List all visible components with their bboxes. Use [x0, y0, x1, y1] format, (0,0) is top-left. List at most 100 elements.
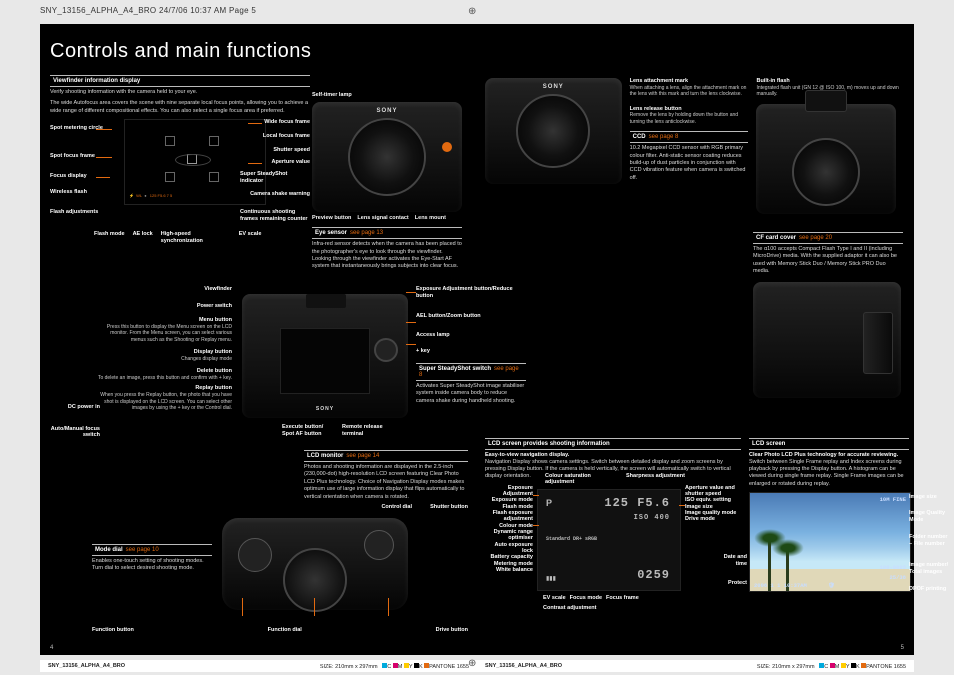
vf-label-shake: Camera shake warning [250, 191, 310, 197]
label-selftimer: Self-timer lamp [312, 92, 462, 99]
lensattach-body: When attaching a lens, align the attachm… [630, 85, 749, 98]
label-menu-body: Press this button to display the Menu sc… [96, 324, 232, 344]
label-functionbtn: Function button [92, 627, 134, 634]
lcd-l-6: Auto exposure lock [485, 542, 533, 555]
vf-label-flashmode: Flash mode [94, 231, 125, 244]
vf-label-shutter: Shutter speed [273, 147, 310, 153]
label-display-body: Changes display mode [96, 356, 232, 363]
cfcard-body: The α100 accepts Compact Flash Type I an… [753, 246, 903, 276]
lcdscreen-heading: LCD screen [749, 438, 909, 450]
lcd-ct-0: Colour saturation adjustment [545, 473, 615, 486]
print-footer: SNY_13156_ALPHA_A4_BRO SIZE: 210mm x 297… [40, 660, 914, 672]
cfcard-heading: CF card coversee page 20 [753, 232, 903, 244]
ccd-body: 10.2 Megapixel CCD sensor with RGB prima… [630, 145, 749, 182]
label-lens-signal: Lens signal contact [357, 215, 408, 222]
lensrelease-heading: Lens release button [630, 106, 749, 113]
lcd-l-9: White balance [485, 567, 533, 573]
vf-label-aelock: AE lock [133, 231, 153, 244]
camera-rear-image: SONY [242, 294, 408, 418]
camera-side-image [753, 282, 901, 398]
label-remote: Remote release terminal [342, 424, 392, 437]
vf-label-spotmeter: Spot metering circle [50, 125, 103, 131]
camera-top-image [222, 518, 408, 610]
lcd-l-1: Exposure mode [485, 497, 533, 503]
label-functiondial: Function dial [268, 627, 302, 634]
vf-label-sss: Super SteadyShot indicator [240, 171, 310, 184]
vf-label-focusdisplay: Focus display [50, 173, 87, 179]
registration-mark-bottom: ⊕ [468, 658, 476, 669]
lcdinfo-sub: Easy-to-view navigation display. [485, 452, 741, 459]
label-power: Power switch [96, 303, 232, 310]
flash-heading: Built-in flash [756, 78, 905, 85]
label-viewfinder: Viewfinder [96, 286, 232, 293]
rev-r-3: Image number/ Total images [909, 562, 949, 575]
registration-mark-top: ⊕ [468, 6, 476, 17]
camera-front2-image: SONY [485, 78, 622, 184]
lcd-l-3: Flash exposure adjustment [485, 510, 533, 523]
rev-r-4: DPOF printing [909, 586, 949, 592]
lcd-c-3: Contrast adjustment [543, 605, 596, 611]
lensattach-heading: Lens attachment mark [630, 78, 749, 85]
rev-r-2: Folder number – File number [909, 534, 949, 547]
label-controldial: Control dial [381, 504, 412, 511]
vf-label-evscale: EV scale [239, 231, 262, 244]
label-dcpower: DC power in [60, 404, 100, 410]
eyesensor-body: Infra-red sensor detects when the camera… [312, 241, 462, 271]
ccd-heading: CCDsee page 8 [630, 131, 749, 143]
label-replay-body: When you press the Replay button, the ph… [96, 392, 232, 412]
vf-label-contcount: Continuous shooting frames remaining cou… [240, 209, 310, 222]
label-shutter: Shutter button [430, 504, 468, 511]
page-title: Controls and main functions [50, 40, 473, 63]
vf-label-spotfocus: Spot focus frame [50, 153, 95, 159]
lcd-c-1: Focus mode [570, 595, 602, 601]
label-replay: Replay button [96, 385, 232, 392]
lcdscreen-body: Switch between Single Frame replay and I… [749, 459, 909, 489]
lcd-ct-1: Sharpness adjustment [626, 473, 685, 486]
vf-label-wideframe: Wide focus frame [264, 119, 310, 125]
lcdinfo-heading: LCD screen provides shooting information [485, 438, 741, 450]
review-photo: 10M FINE 100-0025 25/38 2006 1 1 10:37AM… [749, 492, 911, 592]
rev-l-0: Date and time [713, 554, 747, 567]
modedial-body: Enables one-touch setting of shooting mo… [92, 558, 212, 573]
lcdmon-heading: LCD monitorsee page 14 [304, 450, 468, 462]
lcd-l-5: Dynamic range optimiser [485, 529, 533, 542]
vf-label-flashadj: Flash adjustments [50, 209, 98, 215]
label-delete-body: To delete an image, press this button an… [96, 375, 232, 382]
vf-bottom-readout: ⚡ WL ● 125 F5.6 7 5 [129, 190, 261, 200]
lcd-r-4: Drive mode [685, 516, 741, 522]
rev-l-1: Protect [713, 580, 747, 586]
lensrelease-body: Remove the lens by holding down the butt… [630, 112, 749, 125]
modedial-heading: Mode dialsee page 10 [92, 544, 212, 556]
lcd-c-2: Focus frame [606, 595, 639, 601]
viewfinder-body2: The wide Autofocus area covers the scene… [50, 100, 310, 115]
lcdmon-body: Photos and shooting information are disp… [304, 464, 468, 501]
label-execute: Execute button/ Spot AF button [282, 424, 332, 437]
rev-r-0: Image size [909, 494, 949, 500]
lcdscreen-sub: Clear Photo LCD Plus technology for accu… [749, 452, 909, 459]
lcd-c-0: EV scale [543, 595, 566, 601]
label-amfocus: Auto/Manual focus switch [46, 426, 100, 439]
lcd-r-0: Aperture value and shutter speed [685, 485, 741, 498]
print-slug-header: SNY_13156_ALPHA_A4_BRO 24/7/06 10:37 AM … [40, 6, 256, 15]
vf-label-wireless: Wireless flash [50, 189, 87, 195]
label-drivebtn: Drive button [436, 627, 468, 634]
lcd-l-0: Exposure Adjustment [485, 485, 533, 498]
eyesensor-heading: Eye sensorsee page 13 [312, 227, 462, 239]
viewfinder-simulation: ⚡ WL ● 125 F5.6 7 5 [124, 119, 266, 205]
vf-label-localframe: Local focus frame [263, 133, 310, 139]
page-number-right: 5 [901, 645, 904, 651]
vf-label-aperture: Aperture value [271, 159, 310, 165]
label-display: Display button [96, 349, 232, 356]
page-number-left: 4 [50, 645, 53, 651]
label-delete: Delete button [96, 368, 232, 375]
lcd-l-7: Battery capacity [485, 554, 533, 560]
label-lens-mount: Lens mount [415, 215, 446, 222]
viewfinder-heading: Viewfinder information display [50, 75, 310, 87]
viewfinder-body1: Verify shooting information with the cam… [50, 89, 310, 96]
vf-label-hss: High-speed synchronization [161, 231, 231, 244]
lcd-simulation: 125 F5.6 ISO 400 0259 Standard DR+ sRGB … [537, 489, 681, 591]
camera-flash-image: SONY [756, 104, 896, 214]
camera-front-image: SONY [312, 102, 462, 212]
label-menu: Menu button [96, 317, 232, 324]
rev-r-1: Image Quality Mode [909, 510, 949, 523]
